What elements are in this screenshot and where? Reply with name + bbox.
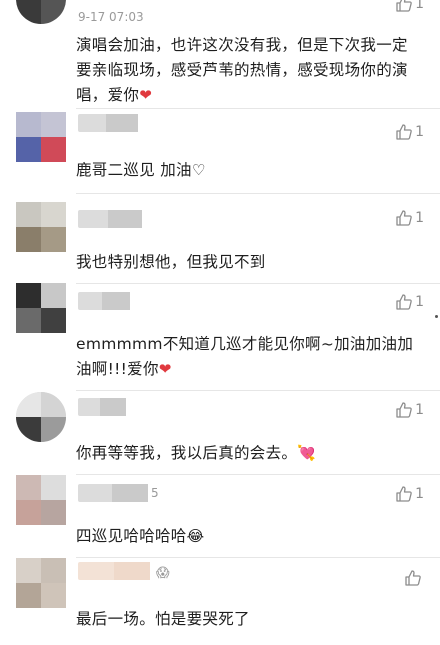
username-blurred[interactable] [78,484,148,502]
heart-emoji: 💘 [297,444,317,462]
comment-meta: 5 [151,486,159,500]
like-count: 1 [415,124,424,140]
heart-emoji: ❤ [139,86,153,104]
like-count: 1 [415,402,424,418]
divider [76,557,440,558]
thumbs-up-icon [395,123,413,141]
like-button[interactable] [404,568,424,588]
comment-body: 四巡见哈哈哈哈 [76,527,187,545]
comment-text: 鹿哥二巡见 加油♡ [76,158,420,183]
like-button[interactable]: 1 [395,292,424,312]
comment-body: 演唱会加油，也许这次没有我，但是下次我一定要亲临现场，感受芦苇的热情，感受现场你… [76,36,408,104]
avatar[interactable] [16,558,66,608]
username-blurred[interactable] [78,114,138,132]
username-blurred[interactable] [78,292,130,310]
avatar[interactable] [16,392,66,442]
divider [76,108,440,109]
avatar[interactable] [16,112,66,162]
scroll-indicator [435,315,438,318]
comment-text: 我也特别想他，但我见不到 [76,250,420,275]
comment-body: 最后一场。怕是要哭死了 [76,610,250,628]
comment-text: 你再等等我，我以后真的会去。💘 [76,441,420,466]
like-count: 1 [415,210,424,226]
divider [76,474,440,475]
like-count: 1 [415,486,424,502]
comment-meta: 😱 [156,566,170,581]
comment-meta: 9-17 07:03 [78,10,144,24]
thumbs-up-icon [395,209,413,227]
like-count: 1 [415,294,424,310]
comment-text: 四巡见哈哈哈哈😂 [76,524,420,549]
avatar[interactable] [16,0,66,24]
thumbs-up-icon [395,0,413,13]
like-button[interactable]: 1 [395,484,424,504]
like-button[interactable]: 1 [395,400,424,420]
comment-text: 最后一场。怕是要哭死了 [76,607,420,632]
comment-body: emmmmm不知道几巡才能见你啊~加油加油加油啊!!!爱你 [76,335,414,378]
heart-emoji: ❤ [158,360,172,378]
comment-text: 演唱会加油，也许这次没有我，但是下次我一定要亲临现场，感受芦苇的热情，感受现场你… [76,33,420,108]
divider [76,390,440,391]
thumbs-up-icon [395,485,413,503]
avatar[interactable] [16,475,66,525]
laughing-emoji: 😂 [186,527,205,545]
username-blurred[interactable] [78,562,150,580]
like-button[interactable]: 1 [395,208,424,228]
username-blurred[interactable] [78,210,142,228]
thumbs-up-icon [395,401,413,419]
comment-body: 我也特别想他，但我见不到 [76,253,266,271]
like-button[interactable]: 1 [395,0,424,14]
thumbs-up-icon [404,569,422,587]
comment-body: 鹿哥二巡见 加油 [76,161,192,179]
like-count: 1 [415,0,424,12]
comment-text: emmmmm不知道几巡才能见你啊~加油加油加油啊!!!爱你❤ [76,332,420,382]
comment-body: 你再等等我，我以后真的会去。 [76,444,298,462]
avatar[interactable] [16,283,66,333]
avatar[interactable] [16,202,66,252]
outline-heart-emoji: ♡ [191,161,206,179]
divider [76,193,440,194]
divider [76,283,440,284]
like-button[interactable]: 1 [395,122,424,142]
thumbs-up-icon [395,293,413,311]
username-blurred[interactable] [78,398,126,416]
